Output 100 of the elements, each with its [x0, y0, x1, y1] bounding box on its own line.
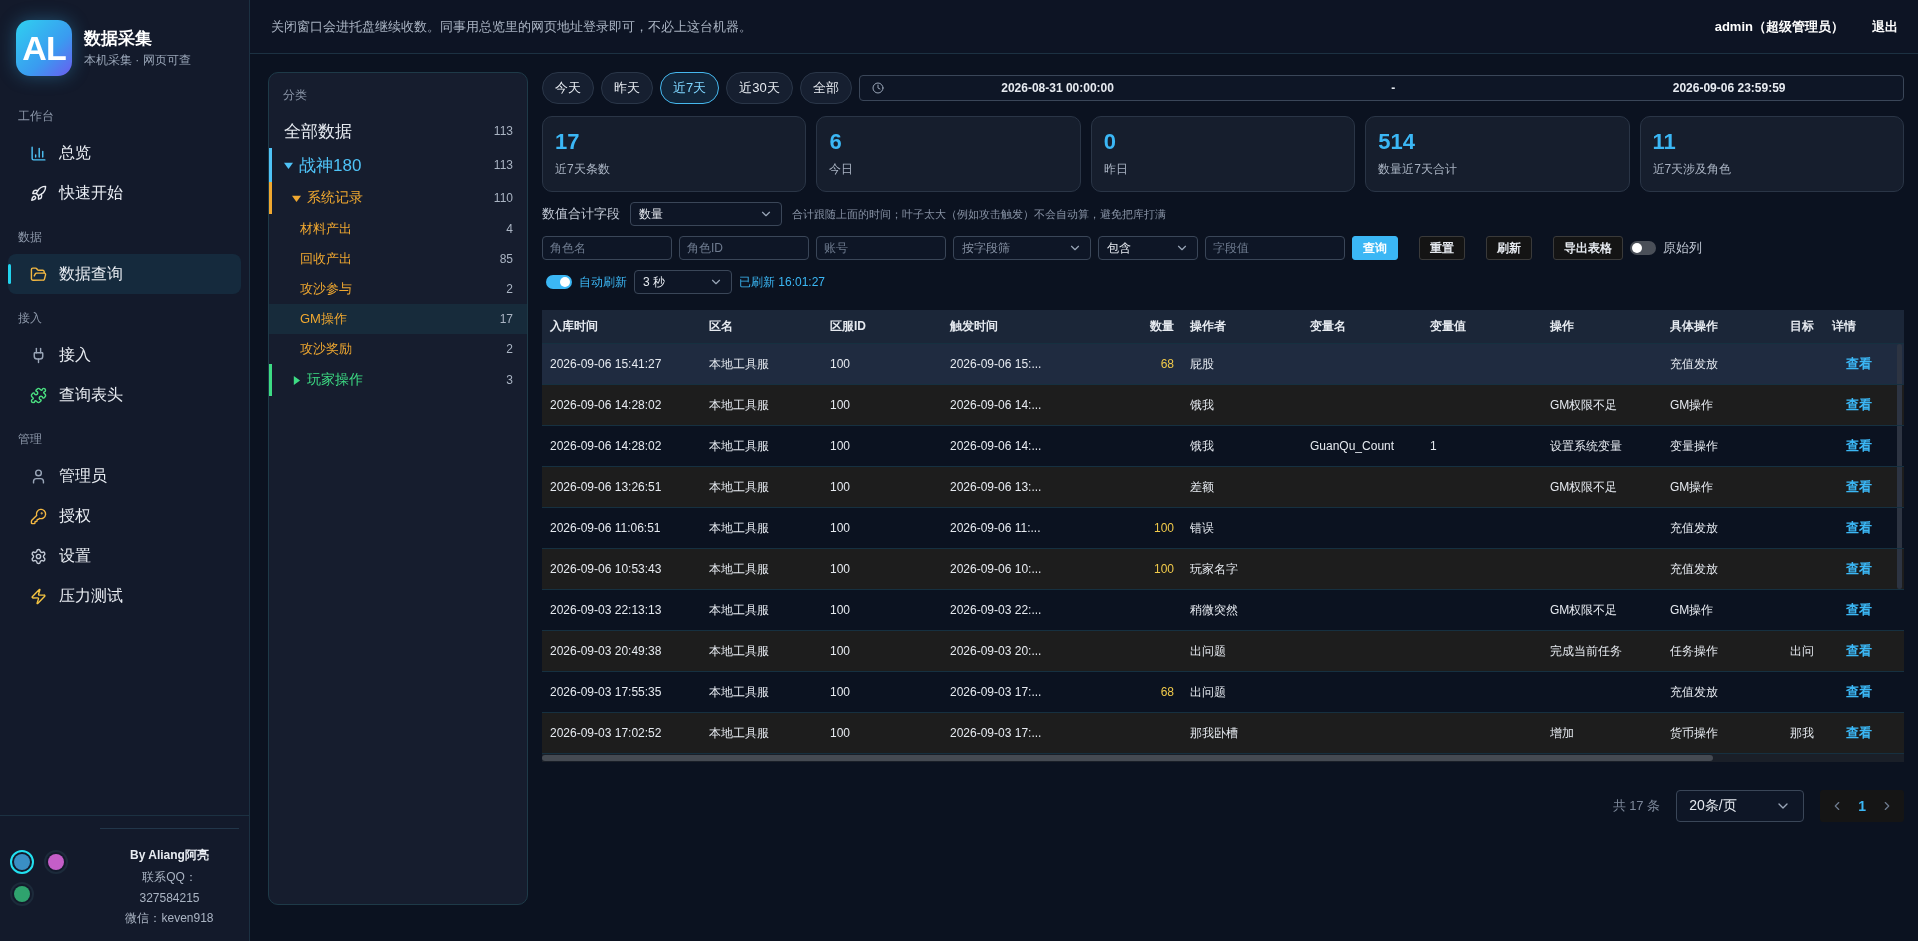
nav-item[interactable]: 设置	[8, 536, 241, 576]
table-cell-text: 100	[829, 603, 852, 617]
view-link[interactable]: 查看	[1846, 519, 1872, 537]
view-link[interactable]: 查看	[1846, 724, 1872, 742]
logout-link[interactable]: 退出	[1872, 17, 1898, 36]
category-item[interactable]: 玩家操作 3	[269, 364, 527, 396]
column-header: 数量	[1149, 318, 1175, 335]
nav-item[interactable]: 管理员	[8, 456, 241, 496]
table-cell-text: 100	[829, 357, 852, 371]
nav-section-label: 工作台	[17, 108, 55, 125]
category-item[interactable]: 材料产出 4	[269, 214, 527, 244]
table-cell-text: 稍微突然	[1189, 601, 1239, 619]
table-cell-text: 错误	[1189, 519, 1215, 537]
gear-icon	[30, 547, 47, 565]
field-filter-select[interactable]: 按字段筛	[953, 236, 1091, 260]
category-item[interactable]: 攻沙参与 2	[269, 274, 527, 304]
bar-chart-icon	[30, 144, 47, 162]
table-cell-text: 充值发放	[1669, 683, 1719, 701]
nav-item[interactable]: 查询表头	[8, 375, 241, 415]
scrollbar-thumb[interactable]	[1896, 385, 1902, 425]
column-header: 目标	[1789, 318, 1815, 335]
nav-item[interactable]: 快速开始	[8, 173, 241, 213]
table-cell-text: 本地工具服	[708, 724, 770, 742]
table-cell-text: 1	[1429, 439, 1438, 453]
view-link[interactable]: 查看	[1846, 601, 1872, 619]
table-cell-text: 100	[829, 726, 852, 740]
table-cell-text: 本地工具服	[708, 601, 770, 619]
table-cell-text: 完成当前任务	[1549, 642, 1623, 660]
table-cell-text: GM权限不足	[1549, 601, 1619, 619]
sum-field-select[interactable]: 数量	[630, 202, 782, 226]
action-button[interactable]: 重置	[1419, 236, 1465, 260]
range-button[interactable]: 近7天	[660, 72, 720, 104]
view-link[interactable]: 查看	[1846, 683, 1872, 701]
page-number[interactable]: 1	[1858, 798, 1866, 814]
scrollbar-thumb[interactable]	[1896, 467, 1902, 507]
table-cell-text: 饿我	[1189, 396, 1215, 414]
column-header: 区服ID	[829, 318, 867, 335]
scrollbar-thumb[interactable]	[542, 755, 1714, 761]
category-item[interactable]: 全部数据 113	[269, 114, 527, 148]
user-icon	[30, 467, 47, 485]
stat-value: 0	[1103, 129, 1118, 155]
view-link[interactable]: 查看	[1846, 478, 1872, 496]
category-item[interactable]: 战神180 113	[269, 148, 527, 182]
action-button[interactable]: 导出表格	[1553, 236, 1623, 260]
nav-item[interactable]: 总览	[8, 133, 241, 173]
table-row[interactable]: 2026-09-06 15:41:27 本地工具服 100 2026-09-06 15:... 68 屁股 充值发放 查看	[542, 344, 1904, 385]
scrollbar-thumb[interactable]	[1896, 508, 1902, 548]
date-range-field[interactable]: 2026-08-31 00:00:00 - 2026-09-06 23:59:59	[858, 75, 1904, 101]
table-cell-text: 2026-09-06 10:53:43	[549, 562, 663, 576]
toggle-switch[interactable]	[546, 275, 572, 289]
app-subtitle: 本机采集 · 网页可查	[84, 52, 191, 69]
range-button[interactable]: 全部	[799, 72, 852, 104]
interval-select[interactable]: 3 秒	[634, 270, 732, 294]
role-id-field[interactable]: 角色ID	[679, 236, 809, 260]
view-link[interactable]: 查看	[1846, 437, 1872, 455]
nav-item[interactable]: 压力测试	[8, 576, 241, 616]
range-button[interactable]: 今天	[542, 72, 594, 104]
scrollbar-thumb[interactable]	[1896, 426, 1902, 466]
table-row[interactable]: 2026-09-06 14:28:02 本地工具服 100 2026-09-06 14:... 饿我 GM权限不足 GM操作 查看	[542, 385, 1904, 426]
wechat-id: 微信：keven918	[125, 910, 214, 927]
nav-item[interactable]: 接入	[8, 335, 241, 375]
table-cell-text: 任务操作	[1669, 642, 1719, 660]
role-name-field[interactable]: 角色名	[542, 236, 672, 260]
toggle-switch[interactable]	[1630, 241, 1656, 255]
category-item[interactable]: 攻沙奖励 2	[269, 334, 527, 364]
nav-item[interactable]: 数据查询	[8, 254, 241, 294]
table-cell-text: 本地工具服	[708, 642, 770, 660]
range-button[interactable]: 昨天	[601, 72, 653, 104]
table-row[interactable]: 2026-09-06 13:26:51 本地工具服 100 2026-09-06 13:... 差额 GM权限不足 GM操作 查看	[542, 467, 1904, 508]
view-link[interactable]: 查看	[1846, 355, 1872, 373]
table-cell-text: 出问题	[1189, 642, 1227, 660]
table-cell-text: GM权限不足	[1549, 396, 1619, 414]
category-item[interactable]: 回收产出 85	[269, 244, 527, 274]
table-cell-text: 本地工具服	[708, 437, 770, 455]
view-link[interactable]: 查看	[1846, 560, 1872, 578]
table-row[interactable]: 2026-09-06 10:53:43 本地工具服 100 2026-09-06 10:... 100 玩家名字 充值发放 查看	[542, 549, 1904, 590]
table-row[interactable]: 2026-09-03 20:49:38 本地工具服 100 2026-09-03 20:... 出问题 完成当前任务 任务操作 出问 查看	[542, 631, 1904, 672]
view-link[interactable]: 查看	[1846, 396, 1872, 414]
table-cell-text: 2026-09-06 15:...	[949, 357, 1043, 371]
folder-icon	[30, 265, 47, 283]
table-cell-text: 2026-09-03 17:...	[949, 726, 1043, 740]
app-logo: AL	[16, 20, 72, 76]
range-button[interactable]: 近30天	[726, 72, 793, 104]
table-row[interactable]: 2026-09-06 11:06:51 本地工具服 100 2026-09-06 11:... 100 错误 充值发放 查看	[542, 508, 1904, 549]
table-cell-text: 100	[829, 685, 852, 699]
category-item[interactable]: GM操作 17	[269, 304, 527, 334]
match-select[interactable]: 包含	[1098, 236, 1198, 260]
nav-item[interactable]: 授权	[8, 496, 241, 536]
table-row[interactable]: 2026-09-06 14:28:02 本地工具服 100 2026-09-06 14:... 饿我 GuanQu_Count 1 设置系统变量 变量操作 查看	[542, 426, 1904, 467]
scrollbar-thumb[interactable]	[1896, 344, 1902, 384]
stat-label: 数量近7天合计	[1378, 161, 1458, 178]
category-item[interactable]: 系统记录 110	[269, 182, 527, 214]
table-cell-text: 玩家名字	[1189, 560, 1239, 578]
scrollbar-thumb[interactable]	[1896, 549, 1902, 589]
page-size-select[interactable]: 20条/页	[1676, 790, 1805, 822]
account-field[interactable]: 账号	[816, 236, 946, 260]
field-value-field[interactable]: 字段值	[1205, 236, 1345, 260]
action-button[interactable]: 刷新	[1486, 236, 1532, 260]
table-row[interactable]: 2026-09-03 17:02:52 本地工具服 100 2026-09-03 17:... 那我卧槽 增加 货币操作 那我 查看	[542, 713, 1904, 754]
view-link[interactable]: 查看	[1846, 642, 1872, 660]
